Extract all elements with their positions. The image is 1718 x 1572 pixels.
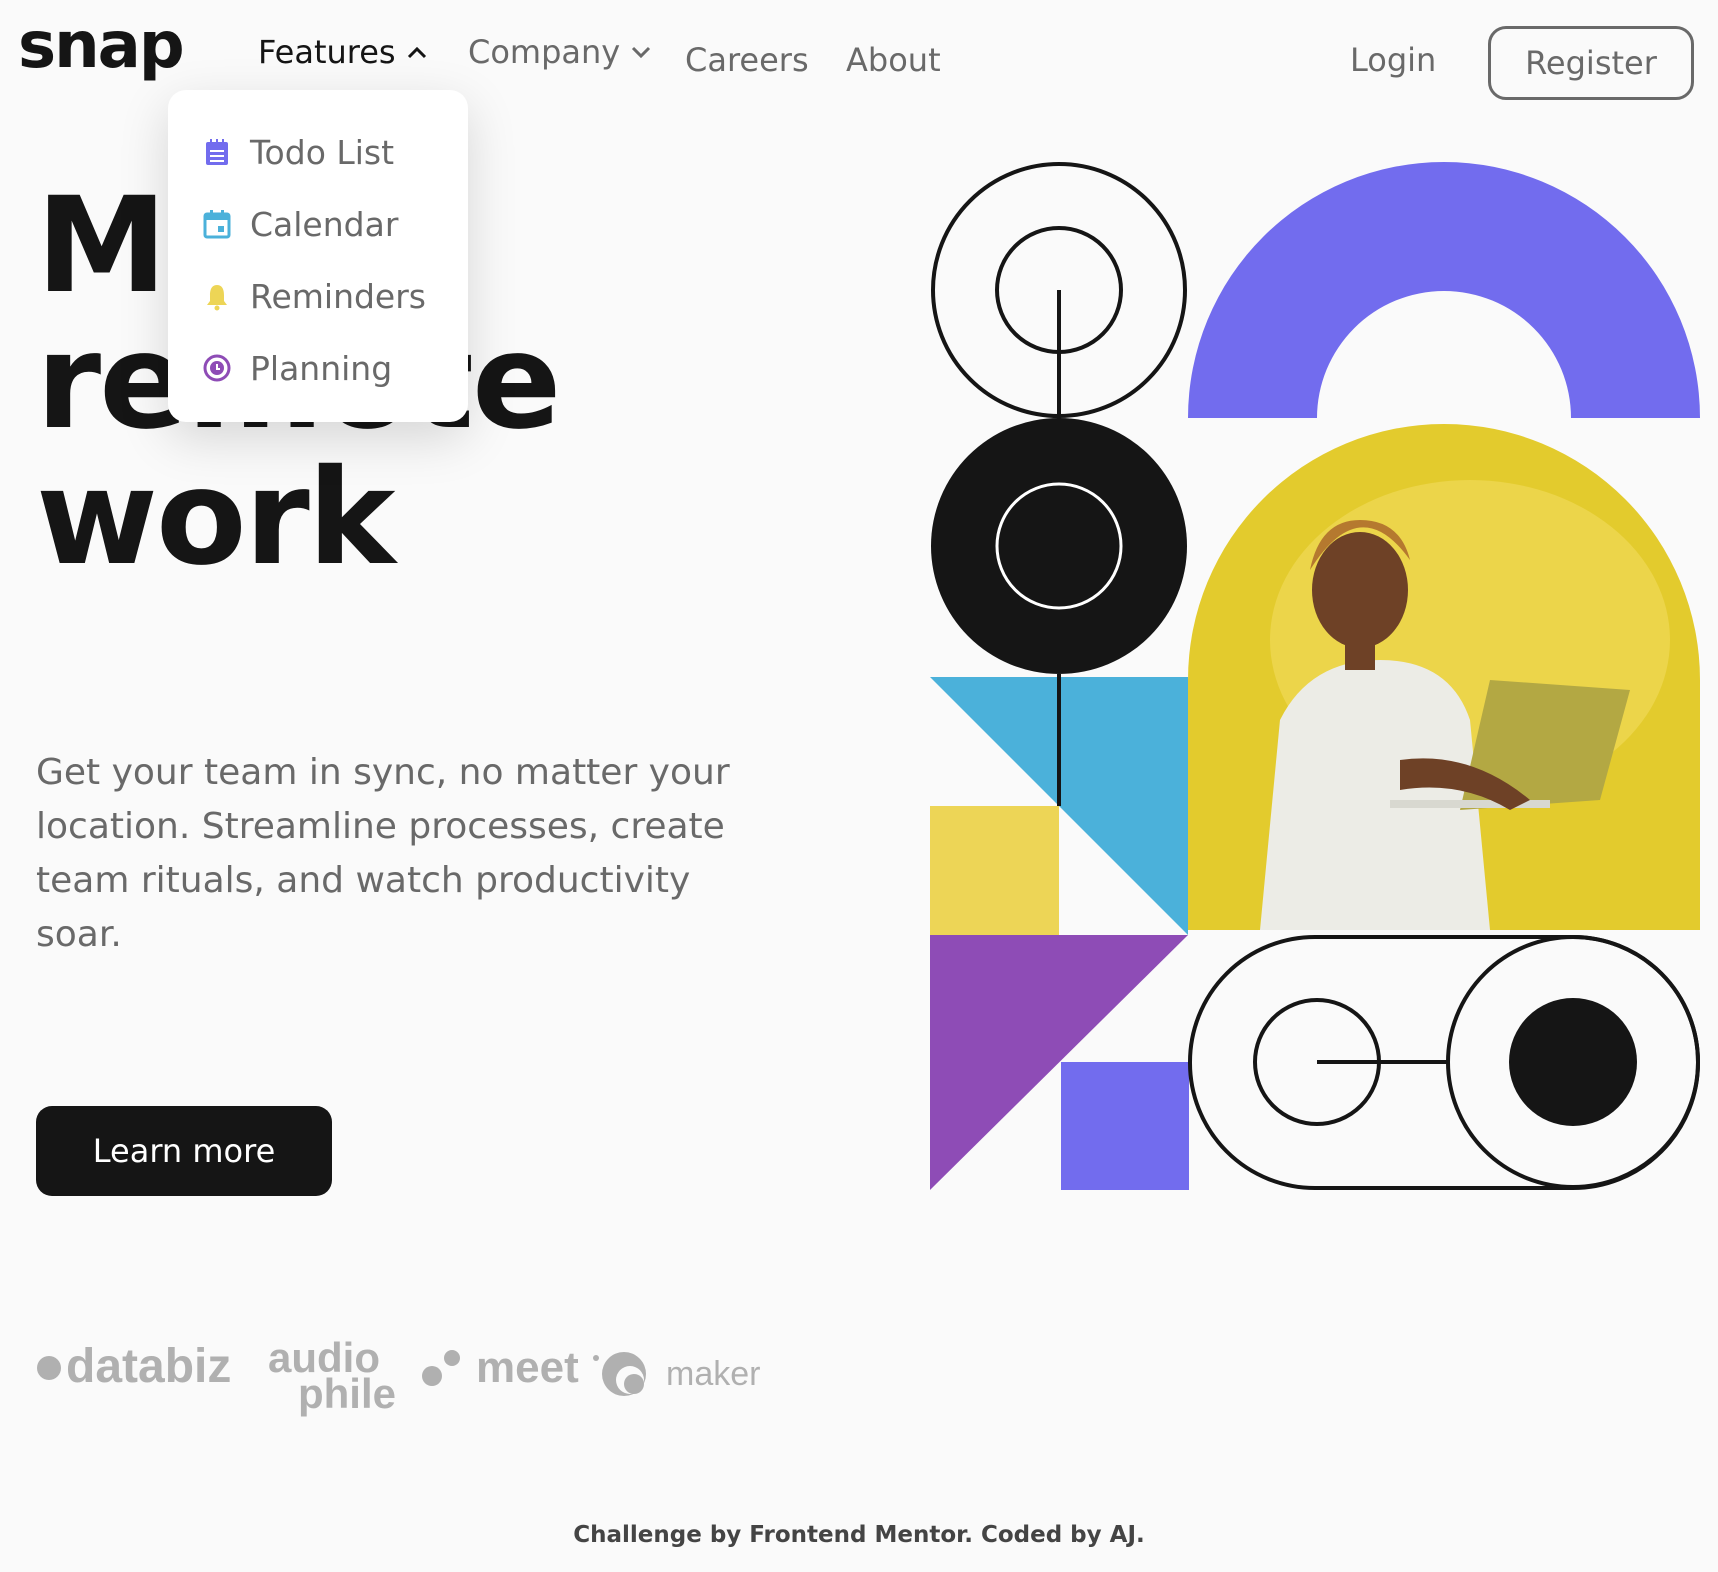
client-meet-logo: meet — [476, 1343, 599, 1392]
nav-company-label: Company — [468, 33, 621, 71]
footer-attribution: Challenge by Frontend Mentor. Coded by A… — [573, 1522, 1145, 1548]
calendar-icon — [203, 210, 231, 239]
hero-description: Get your team in sync, no matter your lo… — [36, 752, 730, 955]
hero-title-line-3: work — [36, 441, 396, 595]
black-circle-shape — [931, 418, 1187, 674]
login-link[interactable]: Login — [1350, 44, 1436, 76]
nav-features[interactable]: Features — [258, 36, 428, 68]
dropdown-item-reminders[interactable]: Reminders — [202, 260, 468, 332]
client-maker-logo: maker — [602, 1352, 760, 1396]
dropdown-item-planning[interactable]: Planning — [202, 332, 468, 404]
todo-icon — [206, 139, 228, 165]
logo[interactable]: snap — [18, 14, 185, 78]
client-audiophile-sub: phile — [298, 1370, 396, 1417]
client-audiophile-logo: audio phile — [268, 1334, 460, 1417]
client-meet-name: meet — [476, 1343, 579, 1392]
client-databiz-logo: databiz — [37, 1340, 231, 1393]
bell-icon — [207, 285, 227, 311]
dropdown-item-label: Planning — [250, 348, 393, 388]
yellow-square-shape — [930, 806, 1059, 935]
dropdown-item-calendar[interactable]: Calendar — [202, 188, 468, 260]
purple-arch-shape — [1188, 162, 1700, 418]
dropdown-item-label: Reminders — [250, 276, 426, 316]
nav-careers[interactable]: Careers — [685, 44, 809, 76]
learn-more-button[interactable]: Learn more — [36, 1106, 332, 1196]
features-dropdown: Todo List Calendar Reminders Planning — [168, 90, 468, 422]
planning-icon — [203, 354, 231, 382]
purple-square-shape — [1061, 1062, 1189, 1190]
register-button[interactable]: Register — [1488, 26, 1694, 100]
nav-features-label: Features — [258, 33, 396, 71]
hero-photo — [1188, 424, 1700, 930]
blue-triangle-right-shape — [1059, 677, 1188, 935]
chevron-down-icon — [632, 46, 651, 59]
client-maker-name: maker — [666, 1355, 760, 1393]
client-logos: databiz audio phile meet maker — [37, 1334, 760, 1417]
dropdown-item-todo-list[interactable]: Todo List — [202, 116, 468, 188]
nav-company[interactable]: Company — [468, 36, 652, 68]
blue-triangle-left-shape — [930, 677, 1059, 806]
client-databiz-name: databiz — [66, 1340, 231, 1393]
dropdown-item-label: Calendar — [250, 204, 399, 244]
circle-target-shape — [931, 162, 1187, 420]
hero-artwork — [930, 162, 1700, 1190]
nav-about[interactable]: About — [846, 44, 941, 76]
chevron-up-icon — [407, 46, 426, 59]
dropdown-item-label: Todo List — [250, 132, 395, 172]
pill-toggle-shape — [1188, 935, 1700, 1190]
